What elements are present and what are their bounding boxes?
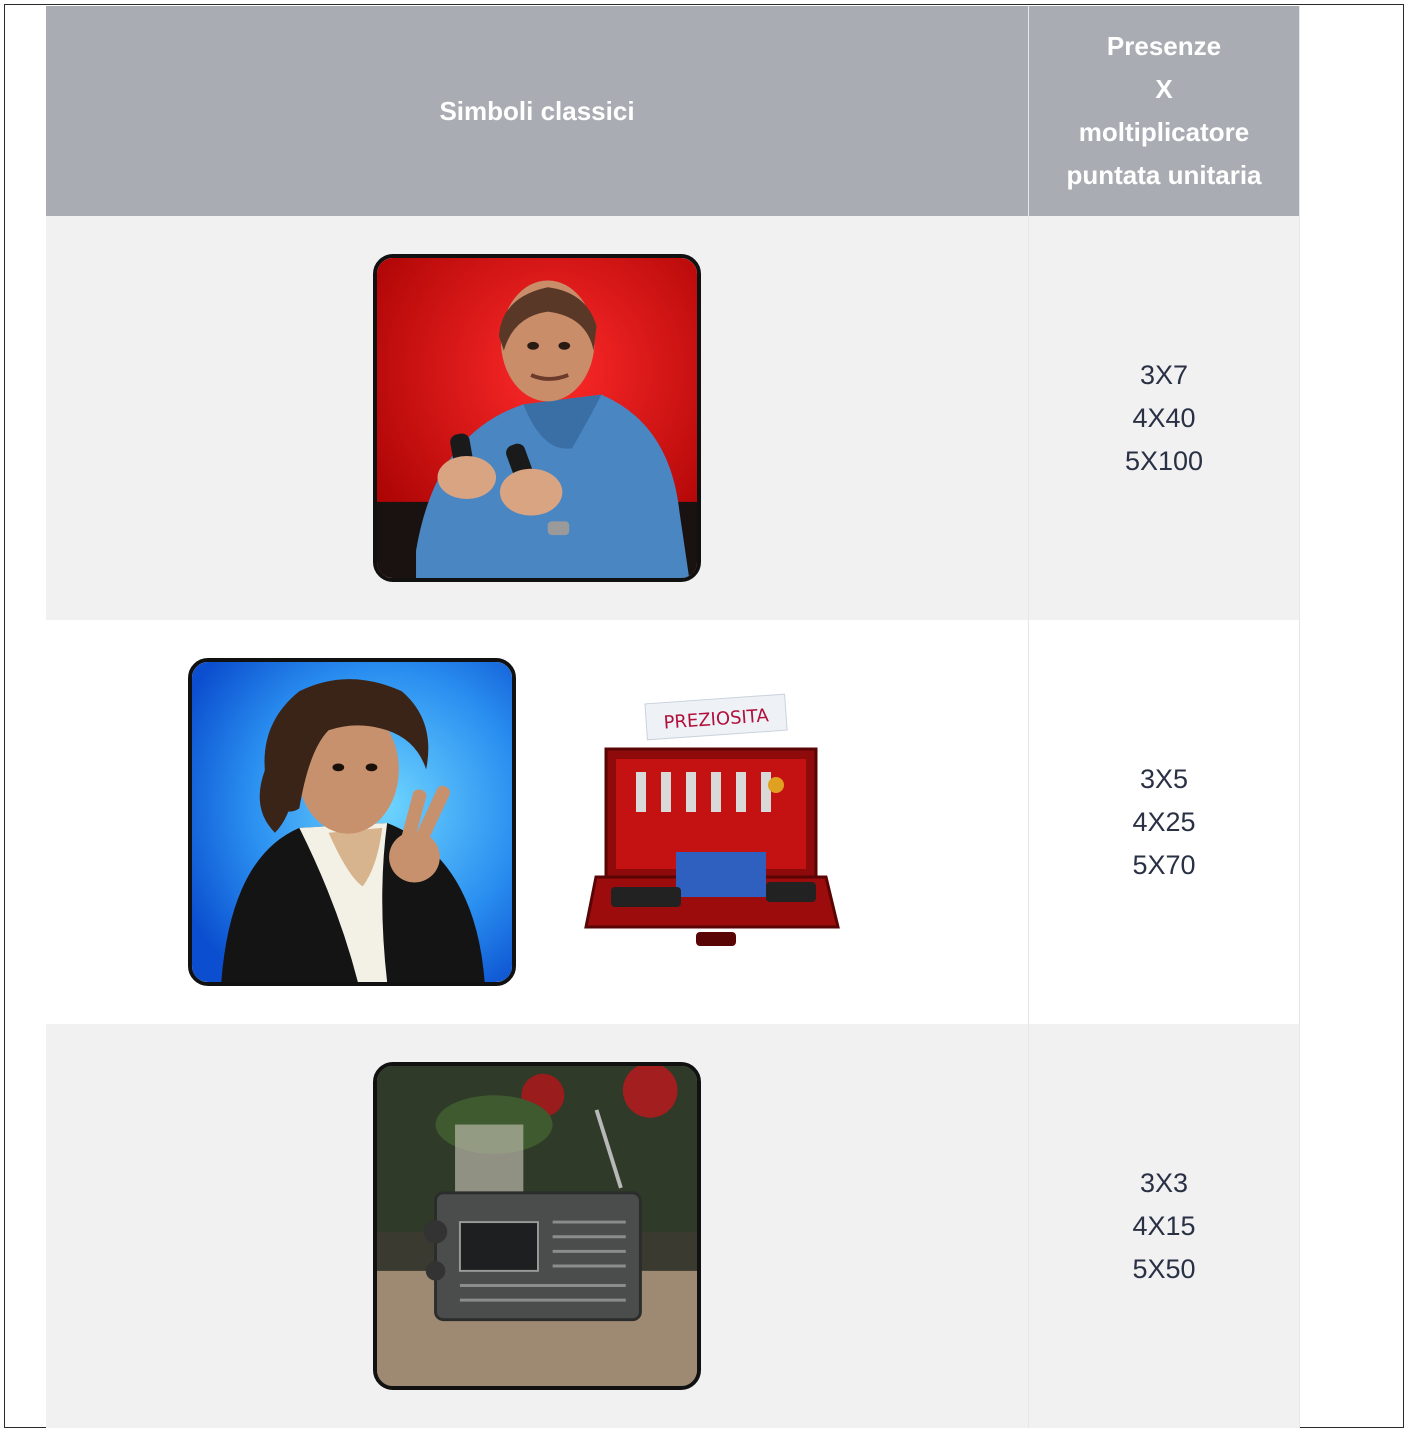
payout-value: 3X3 <box>1139 1167 1189 1198</box>
header-payout-line: Presenze <box>1106 31 1222 61</box>
payout-value: 3X7 <box>1139 359 1189 390</box>
symbols-cell <box>46 1024 1029 1428</box>
header-payout: Presenze X moltiplicatore puntata unitar… <box>1028 6 1300 216</box>
symbols-cell: PREZIOSITA <box>46 620 1029 1024</box>
header-payout-line: puntata unitaria <box>1066 160 1262 190</box>
payout-value: 4X25 <box>1132 806 1196 837</box>
header-payout-line: moltiplicatore <box>1078 117 1250 147</box>
payout-value: 4X15 <box>1132 1210 1196 1241</box>
paytable: Simboli classici Presenze X moltiplicato… <box>46 6 1300 1428</box>
payout-value: 5X50 <box>1132 1253 1196 1284</box>
table-row: 3X7 4X40 5X100 <box>46 216 1300 620</box>
table-row: 3X3 4X15 5X50 <box>46 1024 1300 1428</box>
payout-value: 5X100 <box>1124 445 1204 476</box>
payout-cell: 3X7 4X40 5X100 <box>1028 216 1300 620</box>
payout-cell: 3X5 4X25 5X70 <box>1028 620 1300 1024</box>
briefcase-preziosita-symbol: PREZIOSITA <box>576 677 848 967</box>
payout-value: 4X40 <box>1132 402 1196 433</box>
payout-value: 3X5 <box>1139 763 1189 794</box>
man-peace-sign-symbol <box>188 658 516 986</box>
header-symbols: Simboli classici <box>46 6 1029 216</box>
payout-value: 5X70 <box>1132 849 1196 880</box>
table-row: PREZIOSITA 3X5 4X25 5X70 <box>46 620 1300 1024</box>
symbols-cell <box>46 216 1029 620</box>
payout-cell: 3X3 4X15 5X50 <box>1028 1024 1300 1428</box>
man-blue-sweater-symbol <box>373 254 701 582</box>
header-payout-line: X <box>1155 74 1173 104</box>
header-row: Simboli classici Presenze X moltiplicato… <box>46 6 1300 216</box>
vintage-radio-symbol <box>373 1062 701 1390</box>
